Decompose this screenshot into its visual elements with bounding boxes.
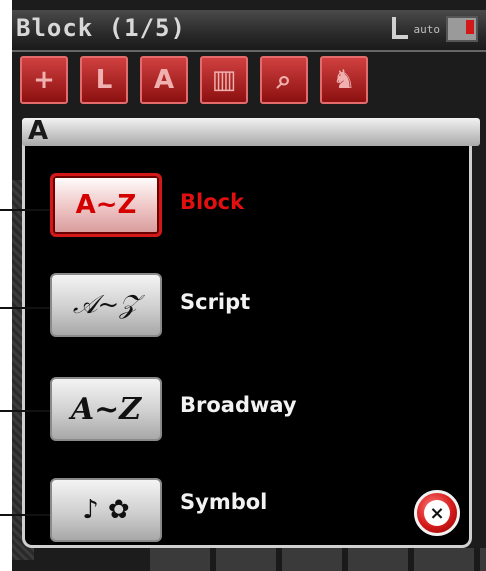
- mirror-letter-icon: L: [95, 65, 113, 95]
- building-button[interactable]: ▥: [200, 56, 248, 104]
- callout-line-block: [0, 209, 52, 211]
- callout-line-broadway: [0, 410, 52, 412]
- left-margin: [0, 0, 12, 571]
- dialog-header: A: [22, 116, 480, 146]
- block-font-button[interactable]: A~Z: [50, 173, 162, 237]
- broadway-font-label: Broadway: [180, 393, 297, 417]
- bag-icon: ♞: [332, 65, 356, 95]
- needle-plus-icon: +: [33, 65, 55, 95]
- needle-plus-button[interactable]: +: [20, 56, 68, 104]
- status-indicators: auto: [388, 16, 478, 42]
- close-button[interactable]: ×: [414, 490, 460, 536]
- bobbin-icon: [446, 16, 478, 42]
- broadway-font-glyph: A~Z: [70, 391, 142, 427]
- toolbar: + L A ▥ ⌕ ♞: [20, 56, 368, 104]
- close-symbol: ×: [429, 502, 445, 524]
- symbol-font-glyph: ♪ ✿: [82, 495, 130, 525]
- magnifier-button[interactable]: ⌕: [260, 56, 308, 104]
- script-font-label: Script: [180, 290, 251, 314]
- sewing-machine-screen: Block (1/5) auto + L A ▥ ⌕ ♞ A A~Z Block…: [0, 0, 486, 571]
- dialog-header-glyph: A: [28, 116, 49, 146]
- presser-foot-icon: [388, 17, 408, 41]
- status-title: Block (1/5): [16, 14, 186, 42]
- status-bar: Block (1/5) auto: [12, 10, 486, 52]
- script-font-button[interactable]: 𝒜~𝒵: [50, 273, 162, 337]
- script-font-glyph: 𝒜~𝒵: [72, 289, 140, 320]
- broadway-font-button[interactable]: A~Z: [50, 377, 162, 441]
- bottom-key-strip: [150, 548, 486, 571]
- mirror-letter-button[interactable]: L: [80, 56, 128, 104]
- font-select-button[interactable]: A: [140, 56, 188, 104]
- callout-line-script: [0, 307, 52, 309]
- letter-a-icon: A: [153, 65, 175, 95]
- symbol-font-label: Symbol: [180, 490, 268, 514]
- symbol-font-button[interactable]: ♪ ✿: [50, 478, 162, 542]
- block-font-label: Block: [180, 190, 245, 214]
- close-icon: ×: [424, 500, 450, 526]
- auto-label: auto: [413, 22, 441, 36]
- bag-button[interactable]: ♞: [320, 56, 368, 104]
- building-icon: ▥: [211, 65, 237, 95]
- block-font-glyph: A~Z: [75, 190, 137, 220]
- magnifier-icon: ⌕: [276, 64, 292, 95]
